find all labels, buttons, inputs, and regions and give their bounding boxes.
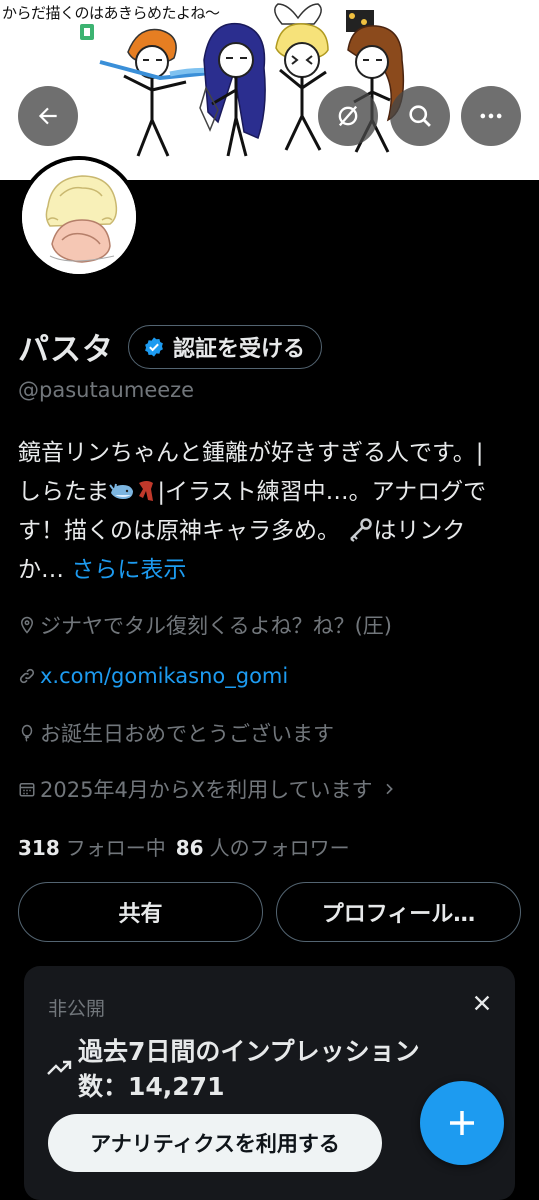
close-icon bbox=[474, 995, 490, 1011]
impressions-card: 非公開 過去7日間のインプレッション数：14,271 アナリティクスを利用する bbox=[24, 966, 515, 1200]
analytics-button[interactable]: アナリティクスを利用する bbox=[48, 1114, 382, 1172]
avatar[interactable] bbox=[18, 156, 140, 278]
followers-link[interactable]: 86 人のフォロワー bbox=[176, 832, 350, 861]
followers-count: 86 bbox=[175, 836, 204, 860]
location-row: ジナヤでタル復刻くるよね？ね？(圧) bbox=[18, 610, 392, 640]
verified-badge-icon bbox=[145, 336, 163, 357]
bio-line: しらたま |イラスト練習中…。アナログで bbox=[18, 479, 487, 505]
profile-bio: 鏡音リンちゃんと鍾離が好きすぎる人です。| しらたま |イラスト練習中…。アナログ… bbox=[18, 434, 523, 590]
share-label: 共有 bbox=[118, 902, 163, 927]
following-link[interactable]: 318 フォロー中 bbox=[18, 832, 166, 861]
birthday-row: お誕生日おめでとうございます bbox=[18, 718, 334, 748]
name-row: パスタ 認証を受ける bbox=[18, 324, 323, 369]
follow-stats: 318 フォロー中 86 人のフォロワー bbox=[18, 832, 350, 861]
banner-illustration bbox=[80, 3, 405, 157]
profile-banner[interactable]: からだ描くのはあきらめたよね〜 bbox=[0, 0, 539, 180]
search-icon bbox=[409, 105, 431, 127]
eye-slash-icon bbox=[338, 105, 358, 127]
plus-icon bbox=[450, 1111, 474, 1135]
whale-emoji-icon bbox=[109, 483, 134, 499]
username: @pasutaumeeze bbox=[18, 378, 195, 402]
bio-line: 鏡音リンちゃんと鍾離が好きすぎる人です。| bbox=[18, 440, 484, 466]
website-link[interactable]: x.com/gomikasno_gomi bbox=[40, 664, 288, 688]
impressions-stat: 過去7日間のインプレッション数：14,271 bbox=[78, 1037, 420, 1101]
following-count: 318 bbox=[18, 836, 60, 860]
arrow-left-icon bbox=[38, 107, 57, 125]
analytics-label: アナリティクスを利用する bbox=[90, 1132, 340, 1156]
followers-label: 人のフォロワー bbox=[209, 836, 350, 860]
hide-button[interactable] bbox=[318, 86, 378, 146]
balloon-icon bbox=[21, 724, 33, 742]
website-row[interactable]: x.com/gomikasno_gomi bbox=[18, 664, 288, 688]
more-button[interactable] bbox=[461, 86, 521, 146]
bio-line: す！描くのは原神キャラ多め。 はリンク bbox=[18, 518, 466, 544]
get-verified-label: 認証を受ける bbox=[173, 336, 306, 362]
scarf-emoji-icon bbox=[139, 481, 154, 501]
location-pin-icon bbox=[20, 616, 34, 634]
get-verified-button[interactable]: 認証を受ける bbox=[128, 324, 323, 369]
private-label: 非公開 bbox=[48, 998, 106, 1020]
bio-line: か… さらに表示 bbox=[18, 557, 187, 583]
avatar-illustration bbox=[22, 160, 136, 274]
share-button[interactable]: 共有 bbox=[18, 882, 263, 942]
back-button[interactable] bbox=[18, 86, 78, 146]
joined-text: 2025年4月からXを利用しています bbox=[40, 778, 373, 802]
location-text: ジナヤでタル復刻くるよね？ね？(圧) bbox=[40, 614, 392, 638]
joined-row[interactable]: 2025年4月からXを利用しています bbox=[18, 774, 397, 804]
close-card-button[interactable] bbox=[467, 988, 497, 1018]
more-horizontal-icon bbox=[480, 113, 502, 119]
trending-up-icon bbox=[47, 1060, 72, 1075]
birthday-text: お誕生日おめでとうございます bbox=[40, 722, 334, 746]
link-icon bbox=[19, 668, 35, 684]
display-name: パスタ bbox=[18, 332, 114, 368]
following-label: フォロー中 bbox=[65, 836, 166, 860]
key-emoji-icon bbox=[350, 518, 373, 542]
compose-button[interactable] bbox=[420, 1081, 504, 1165]
show-more-link[interactable]: さらに表示 bbox=[71, 557, 186, 583]
edit-profile-label: プロフィール… bbox=[321, 902, 476, 927]
calendar-icon bbox=[19, 783, 35, 797]
search-button[interactable] bbox=[390, 86, 450, 146]
banner-caption: からだ描くのはあきらめたよね〜 bbox=[2, 4, 220, 22]
chevron-right-icon bbox=[385, 783, 393, 795]
edit-profile-button[interactable]: プロフィール… bbox=[276, 882, 521, 942]
